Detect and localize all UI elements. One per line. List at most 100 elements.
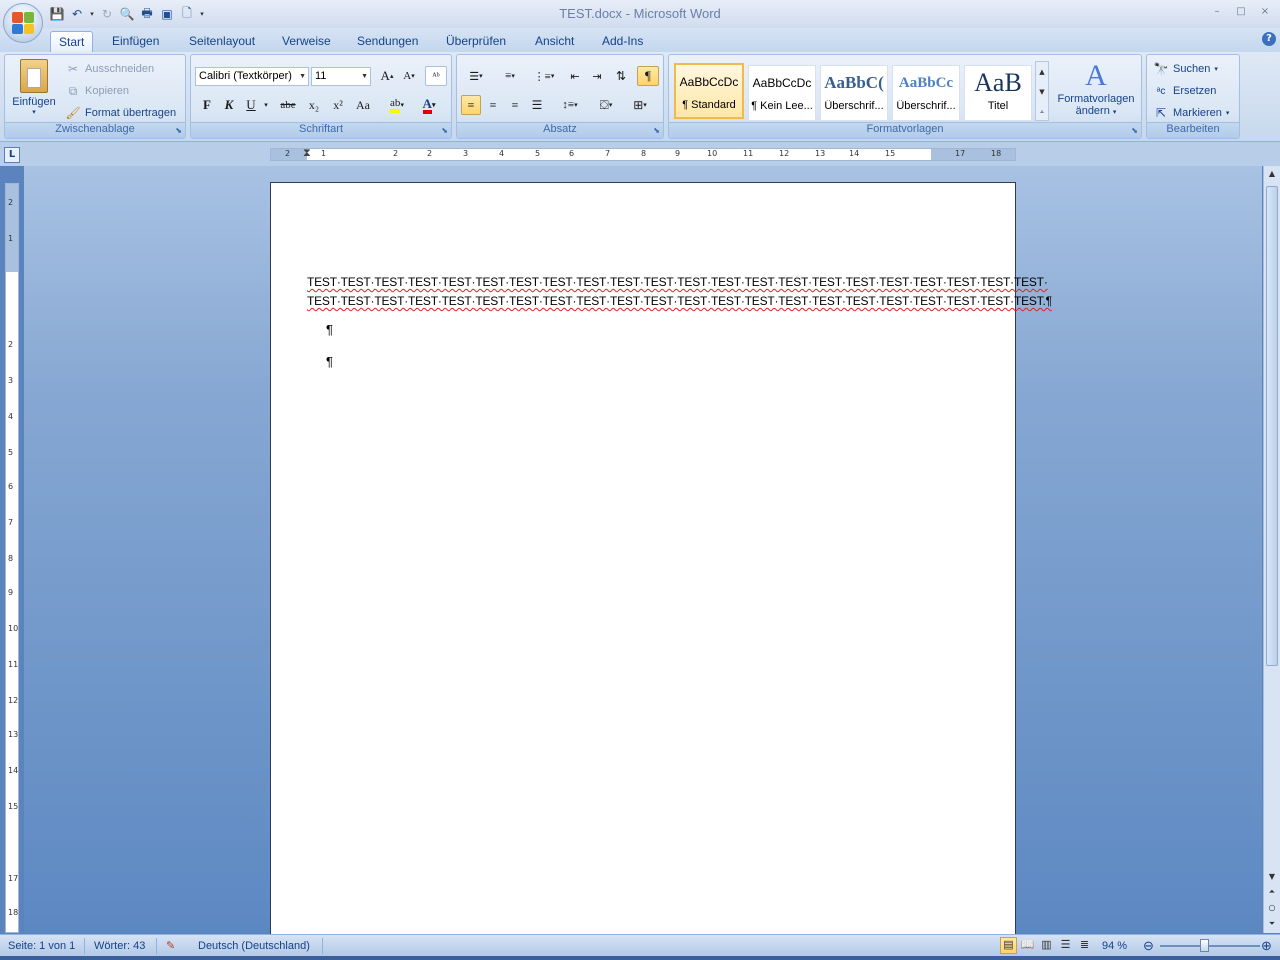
print-layout-icon[interactable]: ▤ bbox=[1000, 937, 1017, 954]
style-ueberschrift-2[interactable]: AaBbCc Überschrif... bbox=[892, 65, 960, 121]
replace-button[interactable]: ᵃc Ersetzen bbox=[1153, 83, 1217, 99]
clipboard-group-label: Zwischenablage bbox=[5, 122, 185, 138]
font-family-combo[interactable]: Calibri (Textkörper) ▼ bbox=[195, 67, 309, 86]
sort-icon[interactable]: ⇅ bbox=[611, 66, 631, 86]
font-launcher-icon[interactable]: ⬊ bbox=[441, 126, 448, 135]
zoom-slider[interactable] bbox=[1160, 945, 1260, 947]
close-button[interactable]: × bbox=[1256, 4, 1274, 20]
justify-icon[interactable]: ☰ bbox=[527, 95, 547, 115]
draft-icon[interactable]: ≣ bbox=[1076, 937, 1093, 954]
print-preview-icon[interactable]: 🔍 bbox=[118, 5, 136, 23]
outline-icon[interactable]: ☰ bbox=[1057, 937, 1074, 954]
format-painter-button[interactable]: 🖌 Format übertragen bbox=[65, 105, 176, 121]
styles-launcher-icon[interactable]: ⬊ bbox=[1131, 126, 1138, 135]
undo-icon[interactable]: ↶ bbox=[68, 5, 86, 23]
tab-seitenlayout[interactable]: Seitenlayout bbox=[181, 31, 263, 52]
browse-object-icon[interactable]: ○ bbox=[1266, 902, 1278, 914]
style-ueberschrift-1[interactable]: AaBbC( Überschrif... bbox=[820, 65, 888, 121]
full-screen-reading-icon[interactable]: 📖 bbox=[1019, 937, 1036, 954]
shading-icon[interactable]: ⛋ ▾ bbox=[591, 95, 621, 115]
group-styles: AaBbCcDc ¶ Standard AaBbCcDc ¶ Kein Lee.… bbox=[668, 54, 1142, 139]
style-kein-leerraum[interactable]: AaBbCcDc ¶ Kein Lee... bbox=[748, 65, 816, 121]
save-icon[interactable]: 💾 bbox=[48, 5, 66, 23]
print-icon[interactable]: 🖶 bbox=[138, 5, 156, 23]
superscript-button[interactable]: x² bbox=[327, 95, 349, 115]
paste-button[interactable]: Einfügen ▾ bbox=[9, 59, 59, 116]
cut-button[interactable]: ✂ Ausschneiden bbox=[65, 61, 154, 77]
clear-format-icon[interactable]: ᴬᵇ bbox=[425, 66, 447, 86]
style-name: ¶ Kein Lee... bbox=[751, 100, 813, 112]
tab-sendungen[interactable]: Sendungen bbox=[349, 31, 426, 52]
vertical-ruler[interactable]: 2 1 2 3 4 5 6 7 8 9 10 11 12 13 14 15 17… bbox=[5, 183, 19, 933]
undo-dropdown-icon[interactable]: ▾ bbox=[88, 10, 96, 18]
office-button[interactable] bbox=[3, 3, 43, 43]
italic-button[interactable]: K bbox=[219, 95, 239, 115]
zoom-out-icon[interactable]: ⊖ bbox=[1143, 938, 1154, 954]
previous-page-icon[interactable]: ⏶ bbox=[1266, 886, 1278, 898]
subscript-button[interactable]: x₂ bbox=[303, 95, 325, 115]
paragraph-launcher-icon[interactable]: ⬊ bbox=[653, 126, 660, 135]
tab-add-ins[interactable]: Add-Ins bbox=[594, 31, 651, 52]
redo-icon[interactable]: ↻ bbox=[98, 5, 116, 23]
style-titel[interactable]: AaB Titel bbox=[964, 65, 1032, 121]
language-indicator[interactable]: Deutsch (Deutschland) bbox=[198, 938, 310, 954]
maximize-button[interactable]: □ bbox=[1232, 4, 1250, 20]
tab-start[interactable]: Start bbox=[50, 31, 94, 52]
minimize-button[interactable]: – bbox=[1208, 4, 1226, 20]
font-size-combo[interactable]: 11 ▼ bbox=[311, 67, 371, 86]
tab-ansicht[interactable]: Ansicht bbox=[527, 31, 582, 52]
select-button[interactable]: ⇱ Markieren ▾ bbox=[1153, 105, 1229, 121]
change-case-button[interactable]: Aa bbox=[351, 95, 375, 115]
font-color-icon[interactable]: A ▾ bbox=[415, 95, 443, 115]
scroll-down-icon[interactable]: ▼ bbox=[1266, 871, 1278, 883]
web-layout-icon[interactable]: ▥ bbox=[1038, 937, 1055, 954]
align-right-icon[interactable]: ≡ bbox=[505, 95, 525, 115]
align-center-icon[interactable]: ≡ bbox=[483, 95, 503, 115]
borders-icon[interactable]: ⊞ ▾ bbox=[625, 95, 655, 115]
style-name: Überschrif... bbox=[896, 100, 956, 112]
bullets-icon[interactable]: ☰ ▾ bbox=[461, 66, 491, 86]
increase-indent-icon[interactable]: ⇥ bbox=[587, 66, 607, 86]
tab-verweise[interactable]: Verweise bbox=[274, 31, 339, 52]
underline-dropdown-icon[interactable]: ▾ bbox=[261, 95, 271, 115]
show-formatting-marks-icon[interactable]: ¶ bbox=[637, 66, 659, 86]
clipboard-launcher-icon[interactable]: ⬊ bbox=[175, 126, 182, 135]
zoom-slider-handle[interactable] bbox=[1200, 939, 1209, 952]
strikethrough-button[interactable]: abe bbox=[275, 95, 301, 115]
document-body[interactable]: TEST·TEST·TEST·TEST·TEST·TEST·TEST·TEST·… bbox=[307, 273, 1052, 311]
grow-font-icon[interactable]: A ▴ bbox=[377, 66, 397, 86]
change-styles-button[interactable]: A Formatvorlagen ändern ▾ bbox=[1053, 59, 1139, 119]
styles-scroll[interactable]: ▲ ▼ ⩡ bbox=[1035, 61, 1049, 121]
scroll-up-icon[interactable]: ▲ bbox=[1266, 168, 1278, 180]
word-count[interactable]: Wörter: 43 bbox=[94, 938, 145, 954]
fullscreen-icon[interactable]: ▣ bbox=[158, 5, 176, 23]
bold-button[interactable]: F bbox=[197, 95, 217, 115]
shrink-font-icon[interactable]: A ▾ bbox=[399, 66, 419, 86]
underline-button[interactable]: U bbox=[241, 95, 261, 115]
horizontal-ruler[interactable]: 2 ⧗ 1 2 2 3 4 5 6 7 8 9 10 11 12 13 14 1… bbox=[270, 146, 1016, 161]
tab-selector-button[interactable]: L bbox=[4, 147, 20, 163]
page-count[interactable]: Seite: 1 von 1 bbox=[8, 938, 75, 954]
tab-ueberpruefen[interactable]: Überprüfen bbox=[438, 31, 514, 52]
zoom-level[interactable]: 94 % bbox=[1102, 938, 1127, 954]
scrollbar-thumb[interactable] bbox=[1266, 186, 1278, 666]
style-standard[interactable]: AaBbCcDc ¶ Standard bbox=[674, 63, 744, 119]
customize-qat-icon[interactable]: ▾ bbox=[198, 10, 206, 18]
spellcheck-icon[interactable]: ✎ bbox=[166, 938, 175, 954]
find-button[interactable]: 🔭 Suchen ▾ bbox=[1153, 61, 1218, 77]
document-page[interactable]: TEST·TEST·TEST·TEST·TEST·TEST·TEST·TEST·… bbox=[270, 182, 1052, 942]
highlight-icon[interactable]: ab ▾ bbox=[383, 95, 411, 115]
line-spacing-icon[interactable]: ↕≡ ▾ bbox=[555, 95, 585, 115]
decrease-indent-icon[interactable]: ⇤ bbox=[565, 66, 585, 86]
vertical-scrollbar[interactable]: ▲ ▼ ⏶ ○ ⏷ bbox=[1263, 166, 1280, 933]
numbering-icon[interactable]: ≡ ▾ bbox=[495, 66, 525, 86]
new-doc-icon[interactable]: 🗋 bbox=[178, 5, 196, 23]
indent-marker-icon[interactable]: ⧗ bbox=[303, 146, 311, 160]
copy-button[interactable]: ⧉ Kopieren bbox=[65, 83, 129, 99]
next-page-icon[interactable]: ⏷ bbox=[1266, 918, 1278, 930]
zoom-in-icon[interactable]: ⊕ bbox=[1261, 938, 1272, 954]
align-left-icon[interactable]: ≡ bbox=[461, 95, 481, 115]
help-icon[interactable]: ? bbox=[1262, 32, 1276, 46]
tab-einfuegen[interactable]: Einfügen bbox=[104, 31, 167, 52]
multilevel-list-icon[interactable]: ⋮≡ ▾ bbox=[529, 66, 559, 86]
